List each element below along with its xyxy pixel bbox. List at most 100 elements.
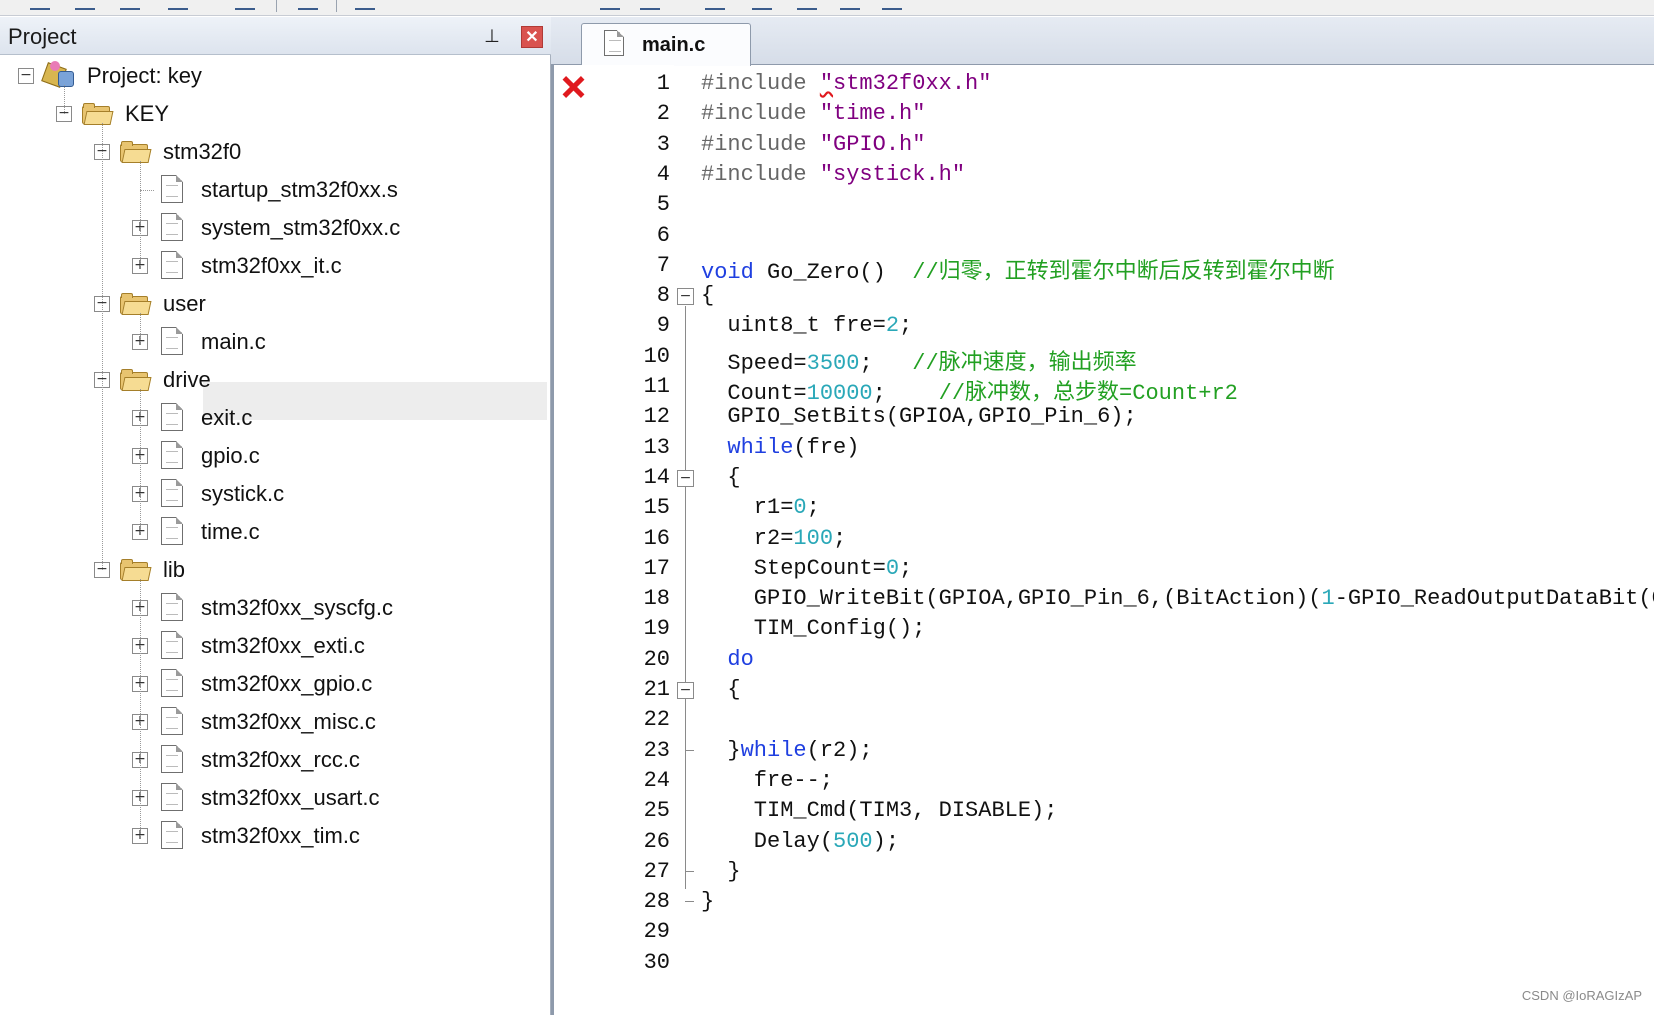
tree-item[interactable]: + systick.c [0, 475, 551, 513]
toolbar-button[interactable] [30, 0, 50, 10]
toolbar-button[interactable] [600, 0, 620, 10]
tree-item[interactable]: − drive [0, 361, 551, 399]
fold-collapse-icon[interactable]: − [677, 470, 694, 487]
project-panel-title: Project [8, 24, 77, 49]
code-line[interactable]: { [701, 283, 714, 308]
code-line[interactable]: #include "stm32f0xx.h" [701, 71, 991, 96]
toolbar-button[interactable] [752, 0, 772, 10]
code-line[interactable]: #include "systick.h" [701, 162, 965, 187]
code-line[interactable]: void Go_Zero() //归零，正转到霍尔中断后反转到霍尔中断 [701, 253, 1335, 285]
tree-item[interactable]: + stm32f0xx_syscfg.c [0, 589, 551, 627]
fold-column: − − − [674, 65, 696, 1015]
code-line[interactable]: #include "time.h" [701, 101, 925, 126]
tree-item[interactable]: + gpio.c [0, 437, 551, 475]
file-icon [161, 707, 183, 735]
tree-item[interactable]: + time.c [0, 513, 551, 551]
code-line[interactable]: }while(r2); [701, 737, 872, 763]
tree-item[interactable]: − lib [0, 551, 551, 589]
pin-icon[interactable]: ⊥ [483, 26, 501, 46]
file-icon [161, 441, 183, 469]
close-icon[interactable]: ✕ [521, 26, 543, 48]
toolbar-button[interactable] [640, 0, 660, 10]
toolbar-button[interactable] [797, 0, 817, 10]
tree-item-label: time.c [201, 519, 260, 544]
toolbar-button[interactable] [120, 0, 140, 10]
code-line[interactable]: do [701, 647, 753, 672]
code-line[interactable]: GPIO_WriteBit(GPIOA,GPIO_Pin_6,(BitActio… [701, 586, 1654, 611]
tree-item[interactable]: − stm32f0 [0, 133, 551, 171]
tree-item-label: stm32f0xx_tim.c [201, 823, 360, 848]
code-token: ); [872, 828, 900, 854]
code-line[interactable]: { [701, 677, 741, 702]
code-token: "GPIO.h" [819, 131, 926, 157]
toolbar-button[interactable] [840, 0, 860, 10]
toolbar-separator [336, 0, 337, 12]
code-text[interactable]: #include "stm32f0xx.h" #include "time.h" #… [701, 65, 1654, 1015]
fold-collapse-icon[interactable]: − [677, 682, 694, 699]
code-line[interactable]: TIM_Config(); [701, 616, 926, 641]
code-line[interactable]: uint8_t fre=2; [701, 313, 912, 338]
tree-item[interactable]: + exit.c [0, 399, 551, 437]
tree-item[interactable]: + stm32f0xx_usart.c [0, 779, 551, 817]
code-line[interactable]: GPIO_SetBits(GPIOA,GPIO_Pin_6); [701, 404, 1136, 429]
toolbar-button[interactable] [168, 0, 188, 10]
fold-collapse-icon[interactable]: − [677, 288, 694, 305]
tree-item-label: stm32f0xx_rcc.c [201, 747, 360, 772]
code-token: //归零，正转到霍尔中断后反转到霍尔中断 [912, 259, 1335, 285]
code-token: { [701, 677, 741, 702]
tab-main-c[interactable]: main.c [581, 23, 751, 66]
fold-end-marker [685, 871, 694, 872]
tree-item-label: stm32f0 [163, 139, 242, 164]
line-number: 19 [643, 616, 670, 642]
code-token: TIM_Cmd(TIM3, DISABLE); [701, 798, 1058, 824]
tree-item-label: stm32f0xx_misc.c [201, 709, 376, 734]
code-line[interactable]: #include "GPIO.h" [701, 132, 925, 157]
tree-item[interactable]: + main.c [0, 323, 551, 361]
code-line[interactable]: r2=100; [701, 526, 846, 551]
code-line[interactable]: { [701, 465, 740, 490]
line-number: 9 [656, 313, 670, 339]
code-line[interactable]: } [701, 859, 740, 884]
tree-item[interactable]: + stm32f0xx_rcc.c [0, 741, 551, 779]
toolbar-button[interactable] [705, 0, 725, 10]
tree-item[interactable]: + stm32f0xx_it.c [0, 247, 551, 285]
toolbar-button[interactable] [298, 0, 318, 10]
tree-item[interactable]: + system_stm32f0xx.c [0, 209, 551, 247]
code-line[interactable]: fre--; [701, 768, 833, 793]
tree-item[interactable]: + stm32f0xx_exti.c [0, 627, 551, 665]
collapse-icon[interactable]: − [18, 68, 34, 84]
code-line[interactable]: while(fre) [701, 435, 859, 460]
line-number: 28 [643, 889, 670, 915]
toolbar-button[interactable] [235, 0, 255, 10]
tree-item[interactable]: − KEY [0, 95, 551, 133]
code-line[interactable]: Count=10000; //脉冲数，总步数=Count+r2 [701, 374, 1238, 406]
code-token: while [727, 434, 794, 460]
error-x-icon[interactable] [560, 73, 586, 99]
code-line[interactable]: r1=0; [701, 495, 820, 520]
code-token: while [740, 737, 807, 763]
tree-item[interactable]: startup_stm32f0xx.s [0, 171, 551, 209]
code-token: 10000 [806, 381, 873, 406]
toolbar-button[interactable] [882, 0, 902, 10]
tree-item[interactable]: + stm32f0xx_misc.c [0, 703, 551, 741]
tree-item[interactable]: − user [0, 285, 551, 323]
line-number: 12 [643, 404, 670, 430]
tree-connector [140, 190, 154, 191]
line-number: 29 [643, 919, 670, 945]
toolbar-button[interactable] [355, 0, 375, 10]
code-token: fre--; [701, 767, 834, 793]
tree-item[interactable]: − Project: key [0, 57, 551, 95]
code-line[interactable]: Speed=3500; //脉冲速度，输出频率 [701, 344, 1136, 376]
code-line[interactable]: } [701, 889, 714, 914]
toolbar-button[interactable] [75, 0, 95, 10]
tree-item[interactable]: + stm32f0xx_gpio.c [0, 665, 551, 703]
tree-connector [102, 123, 103, 570]
code-token: (fre) [793, 434, 860, 460]
code-line[interactable]: Delay(500); [701, 829, 899, 854]
code-line[interactable]: StepCount=0; [701, 556, 912, 581]
code-line[interactable]: TIM_Cmd(TIM3, DISABLE); [701, 798, 1058, 824]
code-area[interactable]: 1 2 3 4 5 6 7 8 9 10 11 12 13 14 15 16 17 18 19 20 21 22 23 24 2… [551, 65, 1654, 1015]
tree-item-label: user [163, 291, 206, 316]
tree-item[interactable]: + stm32f0xx_tim.c [0, 817, 551, 855]
